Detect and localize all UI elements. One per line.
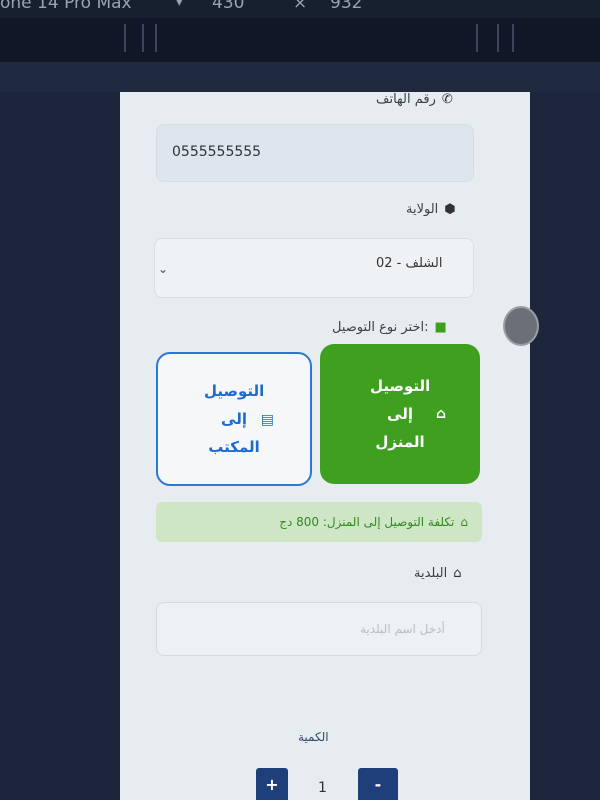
viewport-height[interactable]: 932 — [330, 0, 362, 12]
commune-label: البلدية ⌂ — [414, 566, 461, 581]
ruler-tick — [142, 24, 144, 52]
ruler-tick — [476, 24, 478, 52]
delivery-type-label: اختر نوع التوصيل: ■ — [332, 320, 447, 335]
delivery-cost-notice: تكلفة التوصيل إلى المنزل: 800 دج ⌂ — [156, 502, 482, 542]
commune-placeholder: أدخل اسم البلدية — [360, 622, 445, 636]
quantity-value[interactable]: 1 — [318, 780, 327, 796]
wilaya-label: الولاية ⬢ — [406, 202, 456, 217]
wilaya-selected: 02 - الشلف — [376, 256, 443, 271]
home-delivery-label: التوصيل إلى المنزل — [370, 377, 431, 451]
monitor-bezel — [0, 18, 600, 62]
quantity-minus-button[interactable]: - — [358, 768, 398, 800]
ruler-tick — [512, 24, 514, 52]
ruler-tick — [155, 24, 157, 52]
scroll-handle[interactable] — [503, 306, 539, 346]
viewport-frame-top — [0, 62, 600, 92]
location-pin-icon: ⬢ — [444, 202, 456, 217]
home-icon: ⌂ — [435, 406, 446, 422]
office-delivery-option[interactable]: ▤ التوصيل إلى المكتب — [156, 352, 312, 486]
office-delivery-label: التوصيل إلى المكتب — [204, 382, 265, 456]
home-icon: ⌂ — [453, 566, 462, 581]
building-icon: ▤ — [260, 412, 274, 428]
quantity-label: الكمية — [298, 730, 329, 744]
delivery-cost-text: تكلفة التوصيل إلى المنزل: 800 دج — [279, 515, 455, 529]
ruler-tick — [497, 24, 499, 52]
viewport-width[interactable]: 430 — [212, 0, 244, 12]
device-name[interactable]: one 14 Pro Max — [0, 0, 132, 12]
viewport-frame-left — [0, 92, 120, 800]
home-icon: ⌂ — [460, 515, 468, 529]
truck-icon: ■ — [434, 320, 447, 335]
dimension-separator: × — [293, 0, 308, 13]
chevron-down-icon[interactable]: ⌄ — [158, 262, 168, 276]
phone-label: رقم الهاتف ✆ — [376, 92, 453, 107]
commune-label-text: البلدية — [414, 566, 448, 581]
quantity-plus-button[interactable]: + — [256, 768, 288, 800]
viewport-frame-right — [530, 92, 600, 800]
phone-label-text: رقم الهاتف — [376, 92, 436, 107]
phone-input-value: 0555555555 — [172, 144, 262, 160]
delivery-type-label-text: اختر نوع التوصيل: — [332, 320, 429, 335]
phone-viewport: رقم الهاتف ✆ 0555555555 الولاية ⬢ 02 - ا… — [120, 92, 530, 800]
phone-icon: ✆ — [441, 92, 453, 107]
device-dropdown-icon[interactable]: ▾ — [176, 0, 183, 10]
home-delivery-option[interactable]: ⌂ التوصيل إلى المنزل — [320, 344, 480, 484]
devtools-bar: one 14 Pro Max ▾ 430 × 932 — [0, 0, 600, 18]
wilaya-label-text: الولاية — [406, 202, 439, 217]
ruler-tick — [124, 24, 126, 52]
